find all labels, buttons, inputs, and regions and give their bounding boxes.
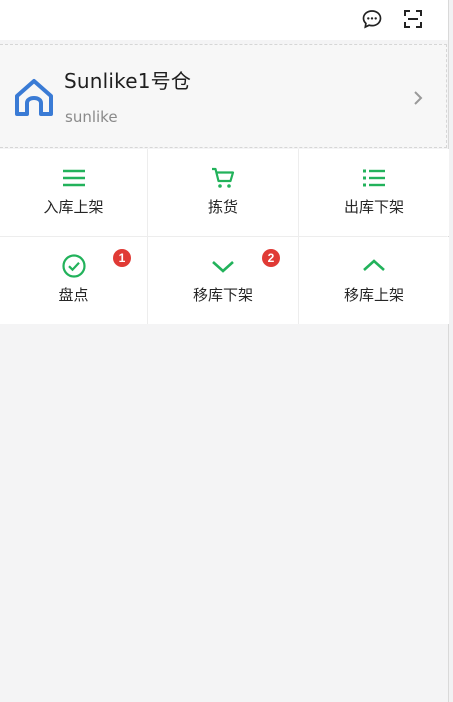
chevron-up-icon — [361, 253, 387, 279]
warehouse-name: Sunlike1号仓 — [64, 69, 192, 93]
menu-item-picking[interactable]: 拣货 — [148, 149, 298, 236]
list-icon — [61, 165, 87, 191]
warehouse-code: sunlike — [65, 108, 118, 126]
menu-item-label: 拣货 — [207, 197, 238, 216]
bulleted-list-icon — [361, 165, 387, 191]
function-grid: 入库上架 拣货 出库下架 盘点 1 移库下架 2 移库上架 — [0, 149, 449, 324]
chevron-right-icon — [414, 91, 423, 105]
menu-item-label: 入库上架 — [43, 197, 104, 216]
menu-item-label: 移库下架 — [192, 285, 253, 304]
count-badge: 2 — [262, 249, 280, 267]
message-button[interactable] — [359, 6, 385, 32]
app-screen: Sunlike1号仓 sunlike 入库上架 拣货 出库下架 盘点 1 移库下… — [0, 0, 449, 702]
scan-icon — [404, 10, 422, 28]
menu-item-putaway[interactable]: 入库上架 — [0, 149, 147, 236]
top-bar — [0, 0, 448, 40]
home-icon — [15, 79, 53, 116]
menu-item-label: 移库上架 — [343, 285, 404, 304]
count-badge: 1 — [113, 249, 131, 267]
menu-item-transfer-down[interactable]: 移库下架 2 — [148, 237, 298, 324]
menu-item-label: 盘点 — [58, 285, 89, 304]
menu-item-label: 出库下架 — [343, 197, 404, 216]
menu-item-transfer-up[interactable]: 移库上架 — [299, 237, 449, 324]
menu-item-stocktake[interactable]: 盘点 1 — [0, 237, 147, 324]
message-icon — [362, 10, 382, 29]
scan-button[interactable] — [400, 6, 426, 32]
check-circle-icon — [61, 253, 87, 279]
chevron-down-icon — [210, 253, 236, 279]
cart-icon — [210, 165, 236, 191]
warehouse-selector[interactable]: Sunlike1号仓 sunlike — [0, 44, 447, 148]
menu-item-outbound[interactable]: 出库下架 — [299, 149, 449, 236]
